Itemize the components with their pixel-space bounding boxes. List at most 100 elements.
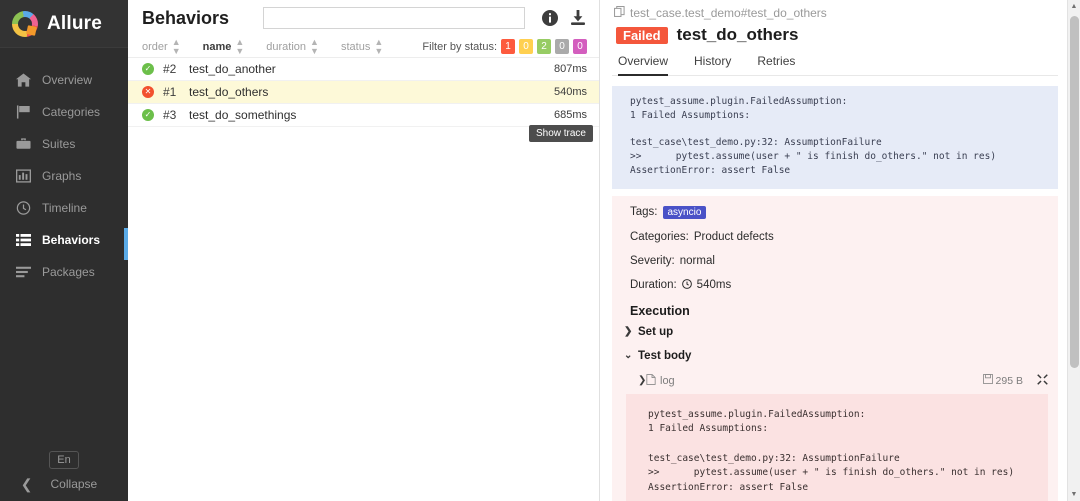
step-test-body[interactable]: ⌄ Test body	[612, 350, 1058, 362]
attachment-meta: 295 B	[982, 373, 1048, 388]
copy-icon[interactable]	[614, 6, 625, 20]
sidebar-item-overview[interactable]: Overview	[0, 64, 128, 96]
filter-badge-failed[interactable]: 1	[501, 39, 515, 54]
filter-badge-broken[interactable]: 0	[519, 39, 533, 54]
tab-history[interactable]: History	[694, 51, 731, 76]
categories-value: Product defects	[693, 230, 774, 243]
collapse-button[interactable]: ❮ Collapse	[0, 477, 128, 491]
language-button[interactable]: En	[49, 451, 79, 469]
column-label: status	[340, 40, 371, 53]
attachment-log[interactable]: ❯ log 295 B	[612, 373, 1058, 388]
filter-badge-unknown[interactable]: 0	[573, 39, 587, 54]
page-title: Behaviors	[142, 7, 230, 28]
file-icon	[646, 373, 656, 388]
duration-value: 540ms	[696, 279, 732, 292]
scroll-up-icon[interactable]: ▲	[1068, 0, 1080, 13]
download-icon[interactable]	[569, 9, 587, 27]
sidebar-item-behaviors[interactable]: Behaviors	[0, 224, 128, 256]
metadata-block: Tags: asyncio Categories: Product defect…	[612, 195, 1058, 501]
sidebar-item-label: Graphs	[42, 169, 82, 183]
column-label: order	[142, 40, 168, 53]
table-row[interactable]: ✕ #1 test_do_others 540ms	[128, 81, 599, 104]
severity-row: Severity: normal	[612, 255, 1058, 267]
row-name: test_do_somethings	[189, 108, 297, 122]
status-passed-icon: ✓	[142, 109, 154, 121]
sidebar-item-suites[interactable]: Suites	[0, 128, 128, 160]
sidebar-item-label: Packages	[42, 265, 95, 279]
tags-label: Tags:	[630, 206, 658, 219]
lines-icon	[14, 264, 32, 280]
brand-name: Allure	[47, 12, 103, 34]
chevron-left-icon: ❮	[20, 476, 33, 492]
filter-label: Filter by status:	[422, 40, 497, 53]
sort-icon: ▲ ▼	[235, 36, 245, 56]
column-order[interactable]: order ▲ ▼	[142, 36, 181, 56]
attachment-size: 295 B	[995, 375, 1023, 388]
allure-logo-icon	[12, 10, 38, 37]
error-banner: pytest_assume.plugin.FailedAssumption: 1…	[612, 86, 1058, 189]
step-set-up[interactable]: ❯ Set up	[612, 326, 1058, 338]
detail-scrollbar[interactable]: ▲ ▼	[1067, 0, 1080, 501]
tab-retries[interactable]: Retries	[757, 51, 795, 76]
filter-badge-passed[interactable]: 2	[537, 39, 551, 54]
sort-icon: ▲ ▼	[310, 36, 319, 56]
chevron-down-icon: ⌄	[624, 350, 633, 362]
bar-chart-icon	[14, 168, 32, 184]
sidebar-item-label: Suites	[42, 137, 76, 151]
sidebar-item-label: Behaviors	[42, 233, 101, 247]
sidebar-item-label: Timeline	[42, 201, 87, 215]
show-trace-tooltip[interactable]: Show trace	[528, 125, 593, 142]
row-duration: 685ms	[553, 109, 587, 121]
sidebar-item-categories[interactable]: Categories	[0, 96, 128, 128]
status-badge: Failed	[616, 26, 668, 44]
filter-badge-skipped[interactable]: 0	[555, 39, 569, 54]
search-input[interactable]	[263, 7, 525, 29]
sort-icon: ▲ ▼	[171, 36, 181, 56]
table-row[interactable]: ✓ #3 test_do_somethings 685ms	[128, 104, 599, 127]
fullscreen-icon[interactable]	[1037, 373, 1048, 388]
attachment-log-content: pytest_assume.plugin.FailedAssumption: 1…	[626, 393, 1048, 501]
save-icon[interactable]	[982, 374, 996, 387]
sidebar-item-timeline[interactable]: Timeline	[0, 192, 128, 224]
sidebar-item-label: Categories	[42, 105, 101, 119]
test-title: test_do_others	[676, 25, 799, 44]
sort-icon: ▲ ▼	[374, 36, 384, 56]
scrollbar-thumb[interactable]	[1070, 16, 1079, 368]
table-row[interactable]: ✓ #2 test_do_another 807ms	[128, 58, 599, 81]
breadcrumb[interactable]: test_case.test_demo#test_do_others	[612, 0, 1058, 22]
row-name: test_do_another	[189, 62, 276, 76]
test-detail-panel: test_case.test_demo#test_do_others Faile…	[600, 0, 1080, 501]
attachment-size-group: 295 B	[982, 374, 1023, 388]
chevron-right-icon: ❯	[624, 326, 633, 338]
categories-label: Categories:	[630, 230, 689, 243]
tag-chip[interactable]: asyncio	[662, 205, 707, 219]
home-icon	[14, 72, 32, 88]
allure-report-app: Allure Overview Categories Suites Graphs…	[0, 0, 1080, 501]
sidebar-item-graphs[interactable]: Graphs	[0, 160, 128, 192]
sidebar-item-label: Overview	[42, 73, 93, 87]
row-duration: 540ms	[553, 86, 587, 98]
column-label: duration	[266, 40, 307, 53]
sidebar-item-packages[interactable]: Packages	[0, 256, 128, 288]
detail-title-row: Failed test_do_others	[612, 22, 1058, 51]
tab-overview[interactable]: Overview	[618, 51, 669, 76]
column-duration[interactable]: duration ▲ ▼	[266, 36, 319, 56]
scroll-down-icon[interactable]: ▼	[1068, 488, 1080, 501]
column-label: name	[202, 40, 232, 53]
chevron-right-icon: ❯	[638, 375, 647, 387]
column-status[interactable]: status ▲ ▼	[340, 36, 384, 56]
briefcase-icon	[14, 136, 32, 152]
list-column-headers: order ▲ ▼ name ▲ ▼ duration ▲ ▼ status ▲ ▼ F…	[128, 36, 599, 58]
info-icon[interactable]	[541, 9, 559, 27]
step-label: Test body	[638, 349, 692, 362]
attachment-name: log	[660, 374, 675, 387]
row-duration: 807ms	[553, 63, 587, 75]
list-icon	[14, 232, 32, 248]
list-header: Behaviors	[128, 0, 599, 36]
collapse-label: Collapse	[50, 477, 98, 491]
column-name[interactable]: name ▲ ▼	[202, 36, 245, 56]
breadcrumb-text: test_case.test_demo#test_do_others	[630, 6, 827, 20]
sidebar-footer: En ❮ Collapse	[0, 450, 128, 491]
tags-row: Tags: asyncio	[612, 205, 1058, 219]
duration-label: Duration:	[630, 279, 677, 292]
